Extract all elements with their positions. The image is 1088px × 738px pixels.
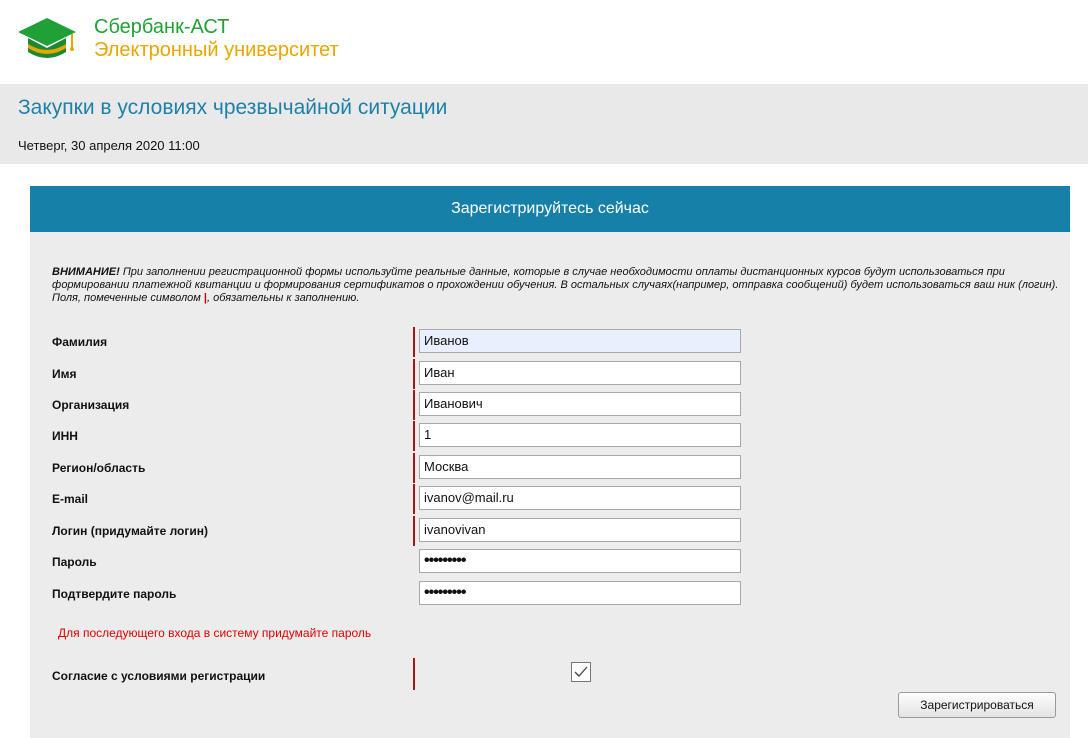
consent-checkbox[interactable] <box>571 662 591 682</box>
password-label: Пароль <box>52 555 97 569</box>
page-header: Закупки в условиях чрезвычайной ситуации… <box>0 84 1088 164</box>
required-indicator <box>413 421 415 451</box>
registration-notice: ВНИМАНИЕ! При заполнении регистрационной… <box>52 266 1062 305</box>
required-indicator <box>413 359 415 389</box>
password-hint: Для последующего входа в систему придума… <box>58 626 372 640</box>
login-label: Логин (придумайте логин) <box>52 524 209 538</box>
field-row-name: Имя Иван <box>52 359 772 389</box>
surname-label: Фамилия <box>52 335 108 349</box>
surname-input[interactable]: Иванов <box>419 329 741 353</box>
notice-tail: , обязательны к заполнению. <box>206 292 360 304</box>
login-input[interactable]: ivanovivan <box>419 518 741 542</box>
logo-brand-name: Сбербанк-АСТ <box>94 16 230 38</box>
field-row-password: Пароль ••••••••• <box>52 549 772 575</box>
name-label: Имя <box>52 367 77 381</box>
email-label: E-mail <box>52 492 89 506</box>
page-title: Закупки в условиях чрезвычайной ситуации <box>18 96 448 119</box>
logo[interactable]: Сбербанк-АСТ Электронный университет <box>14 10 414 70</box>
required-indicator <box>413 516 415 546</box>
organization-label: Организация <box>52 398 130 412</box>
field-row-inn: ИНН 1 <box>52 421 772 451</box>
confirm-password-label: Подтвердите пароль <box>52 587 177 601</box>
consent-label: Согласие с условиями регистрации <box>52 669 266 683</box>
page-date: Четверг, 30 апреля 2020 11:00 <box>18 138 200 153</box>
name-input[interactable]: Иван <box>419 361 741 385</box>
organization-input[interactable]: Иванович <box>419 392 741 416</box>
field-row-surname: Фамилия Иванов <box>52 327 772 357</box>
region-input[interactable]: Москва <box>419 455 741 479</box>
required-indicator <box>413 453 415 483</box>
inn-label: ИНН <box>52 429 78 443</box>
inn-input[interactable]: 1 <box>419 423 741 447</box>
registration-panel: Зарегистрируйтесь сейчас ВНИМАНИЕ! При з… <box>30 186 1070 738</box>
graduation-cap-icon <box>14 14 80 62</box>
region-label: Регион/область <box>52 461 146 475</box>
field-row-email: E-mail ivanov@mail.ru <box>52 484 772 514</box>
confirm-password-input[interactable]: ••••••••• <box>419 581 741 605</box>
field-row-region: Регион/область Москва <box>52 453 772 483</box>
required-indicator <box>413 484 415 514</box>
required-indicator <box>413 658 415 690</box>
registration-heading: Зарегистрируйтесь сейчас <box>30 186 1070 232</box>
register-button[interactable]: Зарегистрироваться <box>898 692 1056 718</box>
consent-row: Согласие с условиями регистрации <box>52 658 772 690</box>
field-row-organization: Организация Иванович <box>52 390 772 420</box>
password-input[interactable]: ••••••••• <box>419 549 741 573</box>
required-indicator <box>413 390 415 420</box>
email-input[interactable]: ivanov@mail.ru <box>419 486 741 510</box>
field-row-confirm-password: Подтвердите пароль ••••••••• <box>52 581 772 607</box>
logo-subtitle: Электронный университет <box>94 39 339 61</box>
notice-warning-label: ВНИМАНИЕ! <box>52 266 120 278</box>
required-indicator <box>413 327 415 357</box>
checkmark-icon <box>574 666 588 677</box>
field-row-login: Логин (придумайте логин) ivanovivan <box>52 516 772 546</box>
